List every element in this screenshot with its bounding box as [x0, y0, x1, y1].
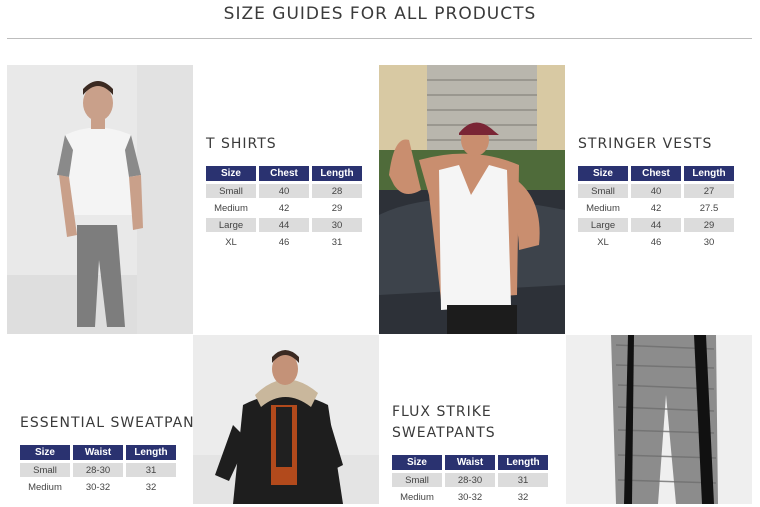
- page-title: SIZE GUIDES FOR ALL PRODUCTS: [223, 4, 537, 24]
- length-cell: 32: [145, 481, 157, 493]
- chest-cell: 42: [650, 202, 662, 214]
- table-row: Medium 30-32 32: [392, 490, 548, 504]
- table-row: Small 28-30 31: [392, 473, 548, 487]
- chest-header: Chest: [631, 166, 681, 181]
- size-cell: Medium: [214, 202, 248, 214]
- size-cell: Small: [578, 184, 628, 198]
- jacket-model-photo: [193, 335, 379, 504]
- tshirts-title: T SHIRTS: [206, 136, 277, 152]
- stringer-vests-size-table: Size Chest Length Small 40 27 Medium 42 …: [575, 163, 737, 252]
- length-cell: 28: [312, 184, 362, 198]
- chest-cell: 40: [631, 184, 681, 198]
- size-cell: Medium: [586, 202, 620, 214]
- tshirts-guide: T SHIRTS Size Chest Length Small 40 28 M…: [206, 134, 365, 252]
- chest-header: Chest: [259, 166, 309, 181]
- essential-sweatpants-size-table: Size Waist Length Small 28-30 31 Medium …: [17, 442, 179, 497]
- waist-cell: 28-30: [73, 463, 123, 477]
- chest-cell: 46: [278, 236, 290, 248]
- stringer-vests-title: STRINGER VESTS: [578, 136, 713, 152]
- size-cell: Medium: [28, 481, 62, 493]
- length-header: Length: [684, 166, 734, 181]
- length-header: Length: [126, 445, 176, 460]
- table-row: Large 44 29: [578, 218, 734, 232]
- table-row: Medium 42 29: [206, 201, 362, 215]
- table-row: Small 40 28: [206, 184, 362, 198]
- chest-cell: 42: [278, 202, 290, 214]
- length-cell: 27.5: [699, 202, 719, 214]
- table-row: Small 40 27: [578, 184, 734, 198]
- title-divider: [7, 38, 752, 39]
- size-cell: XL: [225, 236, 237, 248]
- title-line-1: FLUX STRIKE: [392, 404, 492, 420]
- length-cell: 31: [331, 236, 343, 248]
- length-cell: 27: [684, 184, 734, 198]
- size-cell: XL: [597, 236, 609, 248]
- waist-header: Waist: [445, 455, 495, 470]
- size-cell: Medium: [400, 491, 434, 503]
- chest-cell: 44: [631, 218, 681, 232]
- table-row: Small 28-30 31: [20, 463, 176, 477]
- chest-cell: 40: [259, 184, 309, 198]
- chest-cell: 46: [650, 236, 662, 248]
- table-row: Large 44 30: [206, 218, 362, 232]
- title-line-2: SWEATPANTS: [392, 425, 496, 441]
- length-header: Length: [312, 166, 362, 181]
- table-row: Medium 42 27.5: [578, 201, 734, 215]
- size-cell: Large: [206, 218, 256, 232]
- length-header: Length: [498, 455, 548, 470]
- table-row: XL 46 30: [578, 235, 734, 249]
- waist-cell: 28-30: [445, 473, 495, 487]
- waist-header: Waist: [73, 445, 123, 460]
- flux-strike-size-table: Size Waist Length Small 28-30 31 Medium …: [389, 452, 551, 507]
- length-cell: 30: [312, 218, 362, 232]
- size-cell: Small: [206, 184, 256, 198]
- vest-model-photo: [379, 65, 565, 334]
- size-header: Size: [392, 455, 442, 470]
- essential-sweatpants-title: ESSENTIAL SWEATPANTS: [20, 415, 215, 431]
- table-row: XL 46 31: [206, 235, 362, 249]
- waist-cell: 30-32: [457, 491, 483, 503]
- length-cell: 29: [684, 218, 734, 232]
- table-row: Medium 30-32 32: [20, 480, 176, 494]
- size-cell: Large: [578, 218, 628, 232]
- chest-cell: 44: [259, 218, 309, 232]
- length-cell: 29: [331, 202, 343, 214]
- size-header: Size: [578, 166, 628, 181]
- waist-cell: 30-32: [85, 481, 111, 493]
- size-header: Size: [206, 166, 256, 181]
- tshirt-model-photo: [7, 65, 193, 334]
- essential-sweatpants-guide: ESSENTIAL SWEATPANTS Size Waist Length S…: [20, 413, 214, 497]
- length-cell: 31: [126, 463, 176, 477]
- flux-strike-sweatpants-title: FLUX STRIKE SWEATPANTS: [392, 402, 551, 444]
- size-cell: Small: [392, 473, 442, 487]
- size-header: Size: [20, 445, 70, 460]
- flux-strike-sweatpants-guide: FLUX STRIKE SWEATPANTS Size Waist Length…: [392, 402, 551, 507]
- length-cell: 32: [517, 491, 529, 503]
- length-cell: 31: [498, 473, 548, 487]
- flux-sweatpants-photo: [566, 335, 752, 504]
- tshirts-size-table: Size Chest Length Small 40 28 Medium 42 …: [203, 163, 365, 252]
- stringer-vests-guide: STRINGER VESTS Size Chest Length Small 4…: [578, 134, 737, 252]
- size-cell: Small: [20, 463, 70, 477]
- length-cell: 30: [703, 236, 715, 248]
